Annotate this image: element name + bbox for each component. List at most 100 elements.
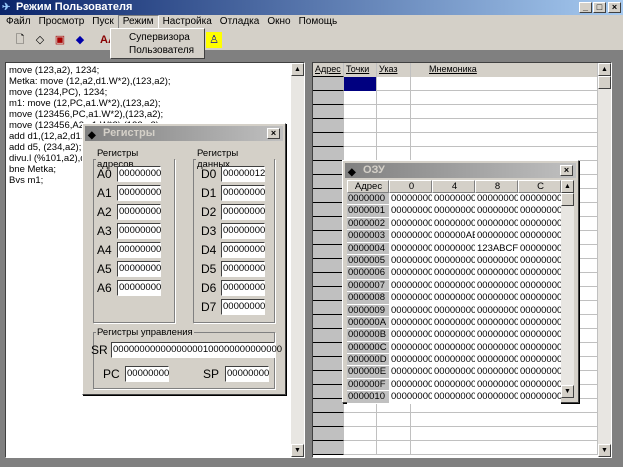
scroll-down-icon[interactable]: ▼ <box>291 444 304 457</box>
menu-item[interactable]: Окно <box>263 15 294 29</box>
sp-field[interactable]: 00000000 <box>225 366 269 382</box>
ram-cell[interactable]: 00000000 <box>518 254 562 268</box>
ram-address[interactable]: 000000B <box>347 329 389 342</box>
ram-address[interactable]: 000000C <box>347 341 389 355</box>
ram-cell[interactable]: 00000000 <box>389 366 433 379</box>
ram-cell[interactable]: 00000000 <box>475 391 519 404</box>
ram-cell[interactable]: 00000000 <box>475 329 519 342</box>
ram-cell[interactable]: 00000000 <box>475 254 519 268</box>
grid-cell[interactable] <box>313 371 344 385</box>
ram-address[interactable]: 000000D <box>347 354 389 367</box>
grid-cell[interactable] <box>313 441 344 455</box>
save-icon[interactable]: ▣ <box>52 32 68 48</box>
ram-cell[interactable]: 00000000 <box>518 292 562 305</box>
grid-cell[interactable] <box>313 105 344 119</box>
grid-cell[interactable] <box>411 133 598 147</box>
close-button[interactable]: × <box>267 128 280 139</box>
grid-row[interactable] <box>313 441 598 455</box>
ram-row[interactable]: 000000B 00000000 00000000 00000000 00000000 <box>347 329 565 342</box>
grid-row[interactable] <box>313 105 598 119</box>
ram-address[interactable]: 0000005 <box>347 254 389 268</box>
editor-scrollbar[interactable]: ▲ ▼ <box>291 63 304 457</box>
register-field[interactable]: 00000000 <box>117 223 161 239</box>
grid-cell[interactable] <box>313 77 344 91</box>
grid-cell[interactable] <box>344 133 377 147</box>
ram-cell[interactable]: 00000000 <box>432 193 476 206</box>
menu-item[interactable]: Настройка <box>159 15 216 29</box>
ram-row[interactable]: 000000F 00000000 00000000 00000000 00000000 <box>347 378 565 392</box>
register-field[interactable]: 00000000 <box>117 166 161 182</box>
ram-cell[interactable]: 00000000 <box>389 316 433 330</box>
grid-cell[interactable] <box>377 105 411 119</box>
ram-cell[interactable]: 00000000 <box>389 391 433 404</box>
ram-cell[interactable]: 00000000 <box>475 205 519 218</box>
register-field[interactable]: 00000000 <box>117 280 161 296</box>
ram-row[interactable]: 0000008 00000000 00000000 00000000 00000000 <box>347 292 565 305</box>
ram-cell[interactable]: 123ABCF <box>475 242 518 255</box>
grid-cell[interactable] <box>411 147 598 161</box>
ram-address[interactable]: 0000009 <box>347 304 389 317</box>
ram-address[interactable]: 0000006 <box>347 267 389 280</box>
ram-row[interactable]: 000000D 00000000 00000000 00000000 00000000 <box>347 354 565 367</box>
ram-cell[interactable]: 00000000 <box>475 279 519 293</box>
ram-address[interactable]: 0000007 <box>347 279 389 293</box>
grid-cell[interactable] <box>344 77 377 91</box>
ram-cell[interactable]: 00000000 <box>432 254 476 268</box>
ram-row[interactable]: 0000007 00000000 00000000 00000000 00000000 <box>347 279 565 293</box>
menu-item[interactable]: Просмотр <box>35 15 89 29</box>
grid-cell[interactable] <box>313 273 344 287</box>
grid-cell[interactable] <box>377 441 411 455</box>
register-field[interactable]: 00000000 <box>117 185 161 201</box>
ram-address[interactable]: 0000008 <box>347 292 389 305</box>
grid-cell[interactable] <box>344 147 377 161</box>
ram-cell[interactable]: 00000000 <box>475 304 519 317</box>
ram-cell[interactable]: 00000000 <box>518 205 562 218</box>
ram-row[interactable]: 0000001 00000000 00000000 00000000 00000000 <box>347 205 565 218</box>
pc-field[interactable]: 00000000 <box>125 366 169 382</box>
ram-cell[interactable]: 00000000 <box>475 341 519 355</box>
ram-cell[interactable]: 00000000 <box>389 205 433 218</box>
new-file-icon[interactable]: 🗋 <box>12 32 28 48</box>
ram-address[interactable]: 000000F <box>347 378 389 392</box>
grid-cell[interactable] <box>411 119 598 133</box>
ram-cell[interactable]: 00000000 <box>518 391 562 404</box>
ram-row[interactable]: 0000000 00000000 00000000 00000000 00000000 <box>347 193 565 206</box>
grid-cell[interactable] <box>411 105 598 119</box>
menu-item-supervisor[interactable]: Супервизора <box>129 31 204 44</box>
register-field[interactable]: 00000000 <box>221 204 265 220</box>
ram-cell[interactable]: 00000000 <box>432 354 476 367</box>
grid-cell[interactable] <box>313 147 344 161</box>
ram-address[interactable]: 000000E <box>347 366 389 379</box>
menu-item[interactable]: Файл <box>2 15 35 29</box>
ram-cell[interactable]: 00000000 <box>518 341 562 355</box>
scroll-down-icon[interactable]: ▼ <box>561 385 574 398</box>
ram-cell[interactable]: 00000000 <box>432 316 476 330</box>
ram-cell[interactable]: 00000000 <box>475 267 519 280</box>
column-header[interactable]: 4 <box>432 180 475 193</box>
ram-address[interactable]: 0000003 <box>347 230 389 243</box>
ram-cell[interactable]: 00000000 <box>389 304 433 317</box>
ram-cell[interactable]: 00000000 <box>518 267 562 280</box>
ram-address[interactable]: 0000004 <box>347 242 389 255</box>
register-field[interactable]: 00000000 <box>117 242 161 258</box>
register-field[interactable]: 00000000 <box>221 299 265 315</box>
ram-cell[interactable]: 00000000 <box>432 205 476 218</box>
ram-cell[interactable]: 00000000 <box>389 217 433 231</box>
ram-cell[interactable]: 00000000 <box>432 279 476 293</box>
grid-cell[interactable] <box>411 441 598 455</box>
grid-cell[interactable] <box>313 385 344 399</box>
ram-cell[interactable]: 00000000 <box>389 341 433 355</box>
ram-cell[interactable]: 00000000 <box>389 354 433 367</box>
grid-cell[interactable] <box>313 91 344 105</box>
ram-row[interactable]: 000000A 00000000 00000000 00000000 00000000 <box>347 316 565 330</box>
grid-row[interactable] <box>313 133 598 147</box>
register-field[interactable]: 00000000 <box>221 242 265 258</box>
register-field[interactable]: 00000000 <box>117 261 161 277</box>
ram-cell[interactable]: 00000000 <box>432 391 476 404</box>
grid-scrollbar[interactable]: ▲ ▼ <box>598 63 611 457</box>
grid-cell[interactable] <box>411 427 598 441</box>
grid-cell[interactable] <box>313 231 344 245</box>
ram-title-bar[interactable]: ◆ ОЗУ × <box>345 163 576 178</box>
register-field[interactable]: 00000000 <box>117 204 161 220</box>
grid-cell[interactable] <box>313 301 344 315</box>
